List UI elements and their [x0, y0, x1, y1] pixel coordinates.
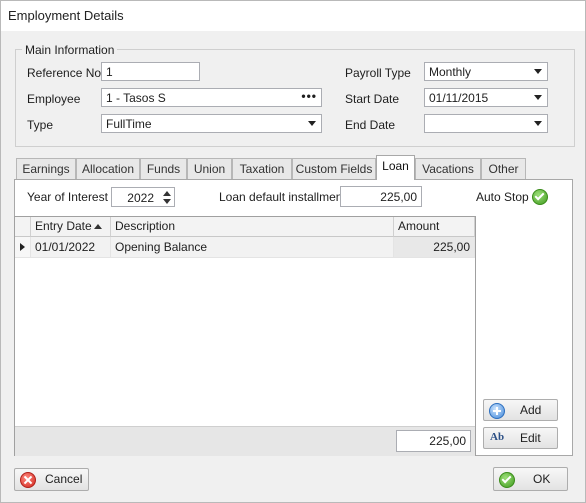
tab-custom-fields[interactable]: Custom Fields	[292, 158, 376, 179]
start-date-value: 01/11/2015	[429, 91, 489, 105]
cancel-button[interactable]: Cancel	[14, 468, 89, 491]
year-of-interest-value: 2022	[127, 191, 154, 205]
reference-no-field[interactable]: 1	[101, 62, 200, 81]
payroll-type-value: Monthly	[429, 65, 472, 79]
payroll-type-label: Payroll Type	[345, 66, 411, 80]
chevron-down-icon[interactable]	[534, 95, 542, 100]
window-title: Employment Details	[8, 8, 124, 23]
tab-taxation[interactable]: Taxation	[232, 158, 292, 179]
column-header-description[interactable]: Description	[111, 217, 394, 237]
add-icon	[489, 403, 505, 419]
loan-installment-field[interactable]: 225,00	[340, 186, 422, 207]
type-combo[interactable]: FullTime	[101, 114, 322, 133]
main-information-legend: Main Information	[22, 43, 118, 57]
end-date-label: End Date	[345, 118, 396, 132]
loan-installment-label: Loan default installment	[219, 190, 346, 204]
payroll-type-combo[interactable]: Monthly	[424, 62, 548, 81]
add-button-label: Add	[520, 403, 542, 417]
auto-stop-label: Auto Stop	[476, 190, 529, 204]
employee-browse-button[interactable]: •••	[301, 89, 317, 103]
ok-button-label: OK	[533, 472, 551, 486]
employee-field[interactable]: 1 - Tasos S •••	[101, 88, 322, 107]
tab-vacations[interactable]: Vacations	[415, 158, 481, 179]
grid-footer: 225,00	[15, 426, 475, 456]
tab-allocation[interactable]: Allocation	[76, 158, 140, 179]
edit-button-label: Edit	[520, 431, 541, 445]
chevron-down-icon[interactable]	[534, 121, 542, 126]
tab-loan[interactable]: Loan	[376, 155, 415, 180]
type-label: Type	[27, 118, 54, 132]
tab-union[interactable]: Union	[187, 158, 232, 179]
tab-other[interactable]: Other	[481, 158, 526, 179]
amount-total: 225,00	[396, 430, 471, 452]
add-button[interactable]: Add	[483, 399, 558, 421]
year-of-interest-label: Year of Interest	[27, 190, 108, 204]
table-cell-amount[interactable]: 225,00	[394, 237, 475, 258]
ok-button[interactable]: OK	[493, 467, 568, 491]
employee-label: Employee	[27, 92, 81, 106]
sort-ascending-icon	[94, 224, 102, 229]
end-date-picker[interactable]	[424, 114, 548, 133]
reference-no-label: Reference No	[27, 66, 102, 80]
row-indicator-header	[15, 217, 31, 237]
start-date-picker[interactable]: 01/11/2015	[424, 88, 548, 107]
chevron-down-icon[interactable]	[308, 121, 316, 126]
ok-check-icon	[499, 472, 515, 488]
tab-earnings[interactable]: Earnings	[16, 158, 76, 179]
table-cell-description[interactable]: Opening Balance	[111, 237, 394, 258]
tab-funds[interactable]: Funds	[140, 158, 187, 179]
table-cell-entry-date[interactable]: 01/01/2022	[31, 237, 111, 258]
spin-up-icon[interactable]	[163, 191, 171, 196]
type-value: FullTime	[106, 117, 152, 131]
cancel-button-label: Cancel	[45, 472, 83, 486]
spin-down-icon[interactable]	[163, 199, 171, 204]
current-row-arrow-icon	[20, 243, 25, 251]
loan-grid: Entry Date Description Amount 01/01/2022…	[14, 216, 476, 456]
column-header-amount[interactable]: Amount	[394, 217, 475, 237]
auto-stop-check-icon[interactable]	[532, 189, 548, 205]
edit-button[interactable]: Ab Edit	[483, 427, 558, 449]
row-indicator[interactable]	[15, 237, 31, 258]
column-header-entry-date[interactable]: Entry Date	[31, 217, 111, 237]
cancel-icon	[20, 472, 36, 488]
start-date-label: Start Date	[345, 92, 400, 106]
year-of-interest-spinner[interactable]: 2022	[111, 187, 175, 207]
employee-value: 1 - Tasos S	[106, 91, 166, 105]
chevron-down-icon[interactable]	[534, 69, 542, 74]
edit-icon: Ab	[490, 431, 505, 443]
